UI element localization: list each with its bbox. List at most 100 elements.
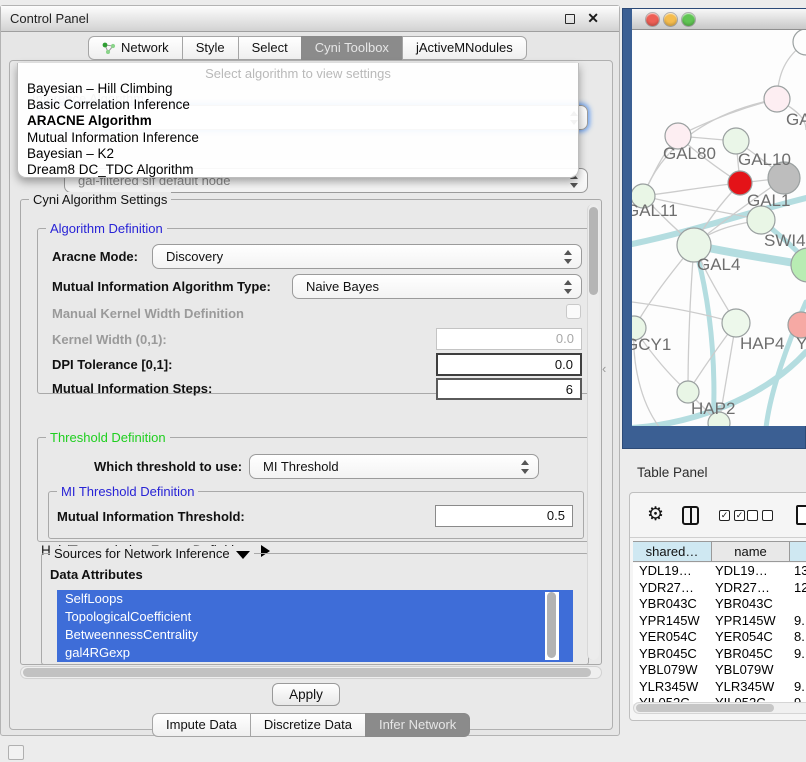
float-window-icon[interactable] [565, 14, 575, 24]
attribute-list-item[interactable]: SelfLoops [57, 590, 573, 608]
scrollbar-thumb[interactable] [23, 668, 591, 677]
data-attributes-label: Data Attributes [50, 567, 143, 582]
mi-steps-field[interactable]: 6 [436, 378, 582, 400]
algorithm-menu-item[interactable]: Bayesian – Hill Climbing [18, 81, 578, 97]
table-cell: YDL19… [633, 563, 712, 580]
window-title: Control Panel [10, 11, 89, 26]
export-table-icon[interactable] [796, 505, 806, 525]
scrollbar-thumb[interactable] [636, 704, 774, 712]
table-cell [790, 662, 806, 679]
table-toolbar: ⚙ ✓ ✓ [630, 501, 806, 533]
tab-label: Infer Network [379, 714, 456, 736]
apply-button[interactable]: Apply [272, 683, 340, 706]
table-cell: YER054C [633, 629, 712, 646]
algorithm-menu-item[interactable]: ARACNE Algorithm [18, 113, 578, 129]
tab-label: Impute Data [166, 714, 237, 736]
tab-network[interactable]: Network [88, 36, 183, 60]
tab-cyni-toolbox[interactable]: Cyni Toolbox [301, 36, 403, 60]
mac-close-button[interactable] [646, 13, 659, 26]
sources-title-label: Sources for Network Inference [54, 546, 230, 561]
network-window: GALGAL80GAL10GAL1GAL11SWI4GAL4GCY1HAP4YH… [622, 8, 806, 449]
checked-box-icon: ✓ [734, 510, 745, 521]
algorithm-menu-item[interactable]: Mutual Information Inference [18, 130, 578, 146]
scrollbar-thumb[interactable] [589, 207, 598, 295]
column-header[interactable]: name [712, 542, 790, 561]
data-attributes-list[interactable]: SelfLoopsTopologicalCoefficientBetweenne… [57, 590, 573, 662]
attribute-list-item[interactable]: TopologicalCoefficient [57, 608, 573, 626]
tab-label: Select [252, 37, 288, 59]
column-header[interactable]: shared… [633, 542, 712, 561]
bottom-tabbar: Impute Data Discretize Data Infer Networ… [153, 713, 470, 737]
table-row[interactable]: YDL19…YDL19…13 [633, 563, 806, 580]
checked-box-icon: ✓ [719, 510, 730, 521]
combo-arrows-icon [564, 249, 572, 265]
mi-threshold-definition-group: MI Threshold Definition Mutual Informati… [48, 491, 584, 539]
aracne-mode-combo[interactable]: Discovery [152, 244, 582, 269]
node-label: GAL4 [697, 255, 740, 274]
table-cell: 12 [790, 580, 806, 597]
algorithm-menu-item[interactable]: Basic Correlation Inference [18, 97, 578, 113]
group-title: Cyni Algorithm Settings [29, 192, 171, 207]
network-node[interactable] [791, 248, 806, 282]
mac-zoom-button[interactable] [682, 13, 695, 26]
deselect-all-checkboxes-icon[interactable] [747, 510, 773, 521]
settings-vertical-scrollbar[interactable] [587, 204, 599, 660]
tab-jactivemnodules[interactable]: jActiveMNodules [402, 36, 527, 60]
split-columns-icon[interactable] [682, 506, 699, 525]
settings-horizontal-scrollbar[interactable] [20, 666, 602, 679]
which-threshold-combo[interactable]: MI Threshold [249, 454, 539, 479]
close-icon[interactable]: ✕ [587, 10, 599, 27]
unchecked-box-icon [747, 510, 758, 521]
dropdown-placeholder: Select algorithm to view settings [18, 66, 578, 81]
dpi-tolerance-field[interactable]: 0.0 [436, 353, 582, 376]
mi-threshold-field[interactable]: 0.5 [435, 505, 573, 527]
attribute-list-item[interactable]: gal4RGexp [57, 644, 573, 662]
manual-kernel-width-checkbox[interactable] [566, 304, 581, 319]
group-title: Algorithm Definition [46, 221, 167, 236]
kernel-width-field[interactable]: 0.0 [436, 328, 582, 350]
tab-style[interactable]: Style [182, 36, 239, 60]
attribute-list-item[interactable]: BetweennessCentrality [57, 626, 573, 644]
mi-algorithm-type-combo[interactable]: Naive Bayes [292, 274, 582, 299]
unchecked-box-icon [762, 510, 773, 521]
table-header: shared…name [633, 541, 806, 562]
node-label: HAP2 [691, 399, 735, 418]
combo-arrows-icon [521, 459, 529, 475]
attributes-list-scrollbar[interactable] [545, 592, 559, 660]
collapse-down-icon [236, 551, 250, 559]
table-row[interactable]: YPR145WYPR145W9. [633, 613, 806, 630]
network-node-swi4[interactable] [747, 206, 775, 234]
table-panel: ⚙ ✓ ✓ shared…name YDL19…YDL19…13YDR27…YD… [629, 492, 806, 721]
mac-minimize-button[interactable] [664, 13, 677, 26]
algorithm-menu-item[interactable]: Bayesian – K2 [18, 146, 578, 162]
table-row[interactable]: YBL079WYBL079W [633, 662, 806, 679]
table-row[interactable]: YBR043CYBR043C [633, 596, 806, 613]
minimized-window-icon[interactable] [8, 745, 24, 760]
tab-discretize-data[interactable]: Discretize Data [250, 713, 366, 737]
tab-select[interactable]: Select [238, 36, 302, 60]
table-row[interactable]: YLR345WYLR345W9. [633, 679, 806, 696]
network-canvas[interactable]: GALGAL80GAL10GAL1GAL11SWI4GAL4GCY1HAP4YH… [632, 30, 806, 426]
network-node-hap4[interactable] [722, 309, 750, 337]
tab-impute-data[interactable]: Impute Data [152, 713, 251, 737]
column-header[interactable] [790, 542, 806, 561]
table-row[interactable]: YBR045CYBR045C9. [633, 646, 806, 663]
network-node-gal[interactable] [764, 86, 790, 112]
algorithm-menu-item[interactable]: Dream8 DC_TDC Algorithm [18, 162, 578, 178]
table-row[interactable]: YER054CYER054C8. [633, 629, 806, 646]
settings-gear-icon[interactable]: ⚙ [647, 505, 664, 525]
algorithm-definition-group: Algorithm Definition Aracne Mode: Discov… [37, 228, 591, 394]
node-label: HAP4 [740, 334, 784, 353]
select-all-checkboxes-icon[interactable]: ✓ ✓ [719, 510, 745, 521]
tab-infer-network[interactable]: Infer Network [365, 713, 470, 737]
table-cell: YPR145W [712, 613, 790, 630]
scrollbar-thumb[interactable] [547, 592, 556, 658]
table-cell: 13 [790, 563, 806, 580]
table-cell: YLR345W [633, 679, 712, 696]
table-horizontal-scrollbar[interactable] [633, 702, 806, 714]
table-row[interactable]: YDR27…YDR27…12 [633, 580, 806, 597]
node-label: GAL1 [747, 191, 790, 210]
control-panel-tabbar: Network Style Select Cyni Toolbox jActiv… [89, 36, 527, 60]
sources-title-toggle[interactable]: Sources for Network Inference [50, 546, 254, 561]
splitter-collapse-handle[interactable]: ‹ [602, 361, 606, 376]
